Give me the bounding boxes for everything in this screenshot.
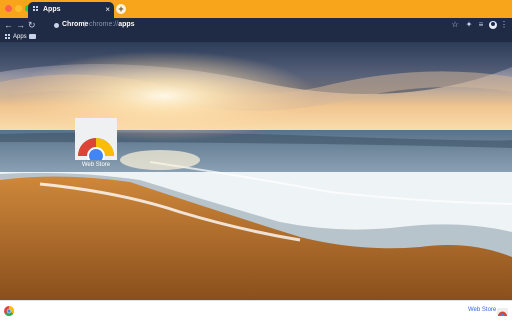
back-button[interactable]: ← xyxy=(4,19,13,31)
beach-sunset-image xyxy=(0,42,512,300)
tab-apps[interactable]: Apps × xyxy=(28,2,114,18)
wallpaper xyxy=(0,42,512,300)
media-controls-icon[interactable]: ≡ xyxy=(476,19,486,31)
extensions-icon[interactable]: ✦ xyxy=(464,19,474,31)
apps-grid-icon xyxy=(33,6,40,13)
minimize-window-button[interactable] xyxy=(15,5,22,12)
site-info-icon[interactable] xyxy=(54,23,59,28)
app-label: Web Store xyxy=(81,162,111,168)
chrome-logo-icon xyxy=(4,306,14,316)
apps-shortcut-icon[interactable] xyxy=(5,34,11,40)
url-text: chrome://apps xyxy=(89,19,135,31)
chrome-menu-icon[interactable]: ⋮ xyxy=(500,19,508,31)
new-tab-button[interactable]: + xyxy=(116,4,126,14)
web-store-link[interactable]: Web Store xyxy=(468,306,496,315)
address-bar[interactable]: Chrome | chrome://apps xyxy=(52,19,446,31)
url-host: apps xyxy=(118,21,135,28)
app-tile-web-store[interactable] xyxy=(75,118,117,165)
tab-title: Apps xyxy=(43,6,61,13)
bookmark-star-icon[interactable]: ☆ xyxy=(450,19,460,31)
forward-button[interactable]: → xyxy=(16,19,25,31)
url-prefix: chrome:// xyxy=(89,21,119,28)
tab-strip: Apps × + xyxy=(0,0,512,18)
profile-avatar[interactable] xyxy=(489,21,497,29)
tab-close-icon[interactable]: × xyxy=(105,4,110,15)
toolbar: ← → ↻ Chrome | chrome://apps ☆ ✦ ≡ ⋮ xyxy=(0,18,512,32)
bookmark-apps[interactable]: Apps xyxy=(13,32,27,42)
footer-bar: Web Store xyxy=(0,300,512,320)
reload-button[interactable]: ↻ xyxy=(28,19,36,31)
web-store-icon[interactable] xyxy=(497,306,508,316)
close-window-button[interactable] xyxy=(5,5,12,12)
url-separator: | xyxy=(84,21,86,28)
chrome-web-store-icon xyxy=(78,138,114,165)
bookmarks-bar: Apps xyxy=(0,32,512,42)
bookmark-folder-icon[interactable] xyxy=(29,34,36,39)
